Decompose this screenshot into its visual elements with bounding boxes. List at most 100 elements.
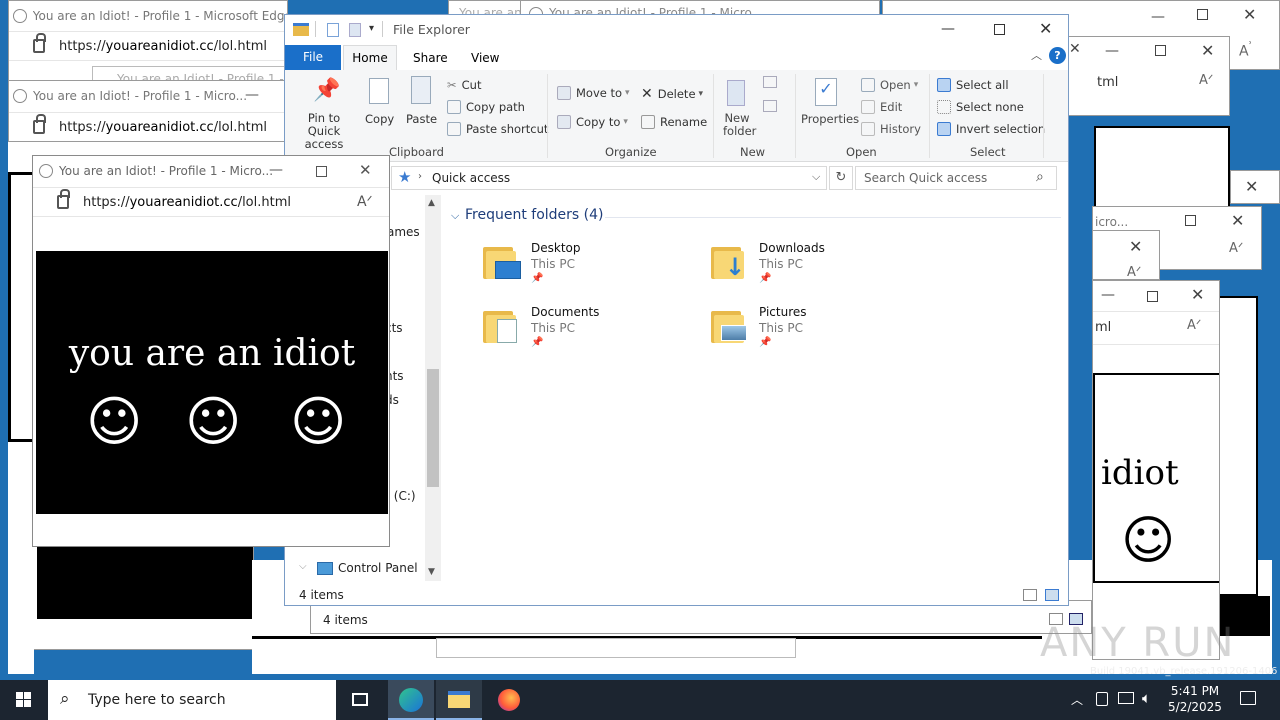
close-button[interactable]: ✕ <box>1201 41 1214 60</box>
folder-item-desktop[interactable]: Desktop This PC 📌 <box>483 241 683 297</box>
history-button[interactable]: History <box>861 122 921 136</box>
maximize-button[interactable] <box>1185 215 1196 226</box>
network-icon[interactable] <box>1118 692 1134 704</box>
copy-to-button[interactable]: Copy to ▾ <box>557 115 628 129</box>
url-text: https://youareanidiot.cc/lol.html <box>59 38 267 54</box>
title-bar: You are an Idiot! - Profile 1 - Microsof… <box>9 1 287 31</box>
volume-icon[interactable]: 🔈︎ <box>1142 689 1151 707</box>
select-all-button[interactable]: Select all <box>937 78 1009 92</box>
documents-folder-icon <box>483 305 519 343</box>
minimize-button[interactable]: — <box>1151 9 1165 25</box>
close-button[interactable]: ✕ <box>1069 41 1081 57</box>
folder-location: This PC <box>759 321 803 335</box>
qat-dropdown-icon[interactable]: ▾ <box>369 23 374 34</box>
paste-button[interactable]: Paste <box>406 112 437 126</box>
star-icon: ★ <box>398 168 412 186</box>
refresh-button[interactable]: ↻ <box>829 166 853 190</box>
rename-button[interactable]: Rename <box>641 115 707 129</box>
invert-selection-button[interactable]: Invert selection <box>937 122 1045 136</box>
maximize-button[interactable] <box>994 24 1005 35</box>
scroll-down-icon[interactable]: ▼ <box>428 567 435 577</box>
tab-view[interactable]: View <box>471 51 499 65</box>
copy-path-button[interactable]: Copy path <box>447 100 525 114</box>
minimize-button[interactable]: — <box>269 162 283 178</box>
scroll-up-icon[interactable]: ▲ <box>428 198 435 208</box>
open-button[interactable]: Open ▾ <box>861 78 918 92</box>
minimize-button[interactable]: — <box>245 87 259 103</box>
scroll-thumb[interactable] <box>427 369 439 487</box>
maximize-button[interactable] <box>1155 45 1166 56</box>
large-icons-view-icon[interactable] <box>1045 589 1059 601</box>
folder-item-documents[interactable]: Documents This PC 📌 <box>483 305 683 361</box>
address-dropdown-icon[interactable]: ⌵ <box>812 170 820 184</box>
minimize-button[interactable]: — <box>941 21 955 37</box>
start-button[interactable] <box>0 680 48 720</box>
expand-icon[interactable]: ⌵ <box>299 561 307 572</box>
search-box[interactable]: Search Quick access ⌕ <box>855 166 1057 190</box>
folder-item-downloads[interactable]: ↓ Downloads This PC 📌 <box>711 241 911 297</box>
new-item-icon[interactable] <box>763 76 777 88</box>
task-view-button[interactable] <box>338 680 384 720</box>
address-bar[interactable]: ml Aᐟ <box>1093 311 1219 345</box>
taskbar-edge-button[interactable] <box>388 680 434 720</box>
cut-button[interactable]: ✂ Cut <box>447 78 481 92</box>
content-pane: ⌵ Frequent folders (4) Desktop This PC 📌… <box>443 195 1063 581</box>
delete-button[interactable]: ✕ Delete ▾ <box>641 86 703 102</box>
close-button[interactable]: ✕ <box>1245 177 1258 196</box>
edit-button[interactable]: Edit <box>861 100 902 114</box>
address-bar[interactable]: https://youareanidiot.cc/lol.html <box>9 112 289 141</box>
nav-item-control-panel-row[interactable]: ⌵ Control Panel <box>293 555 425 583</box>
reader-mode-icon[interactable]: Aᐟ <box>1199 73 1213 88</box>
reader-mode-icon[interactable]: Aᐟ <box>1187 318 1201 333</box>
close-button[interactable]: ✕ <box>1039 19 1052 38</box>
address-bar[interactable]: https://youareanidiot.cc/lol.html <box>9 31 287 61</box>
help-icon[interactable]: ? <box>1049 47 1066 64</box>
show-hidden-icons-icon[interactable]: ︿ <box>1071 691 1083 708</box>
tab-share[interactable]: Share <box>413 51 448 65</box>
maximize-button[interactable] <box>1197 9 1208 20</box>
tab-file[interactable]: File <box>285 45 341 70</box>
collapse-ribbon-icon[interactable]: ︿ <box>1031 47 1042 63</box>
new-folder-qat-icon[interactable] <box>349 23 361 37</box>
reader-mode-icon[interactable]: Aᐟ <box>357 194 373 210</box>
nav-scrollbar[interactable]: ▲ ▼ <box>425 195 441 581</box>
reader-mode-icon[interactable]: Aʾ <box>1239 39 1252 60</box>
easy-access-icon[interactable] <box>763 100 777 112</box>
taskbar-search-box[interactable]: ⌕ Type here to search <box>48 680 336 720</box>
reader-mode-icon[interactable]: Aᐟ <box>1229 241 1243 256</box>
idiot-canvas-white: idiot ☺ <box>1093 373 1219 583</box>
notifications-icon[interactable] <box>1240 691 1256 705</box>
close-button[interactable]: ✕ <box>1191 285 1204 304</box>
clock[interactable]: 5:41 PM 5/2/2025 <box>1162 683 1228 717</box>
close-button[interactable]: ✕ <box>1129 237 1142 256</box>
folder-item-pictures[interactable]: Pictures This PC 📌 <box>711 305 911 361</box>
copy-to-icon <box>557 115 571 129</box>
smiley-icon: ☺ <box>185 390 242 453</box>
new-folder-button[interactable]: New folder <box>723 112 756 138</box>
close-button[interactable]: ✕ <box>1231 211 1244 230</box>
details-view-icon[interactable] <box>1023 589 1037 601</box>
close-button[interactable]: ✕ <box>1243 5 1256 24</box>
pin-to-quick-access-button[interactable]: Pin to Quick access <box>291 112 357 151</box>
move-to-button[interactable]: Move to ▾ <box>557 86 630 100</box>
taskbar-explorer-button[interactable] <box>436 680 482 720</box>
maximize-button[interactable] <box>316 166 327 177</box>
address-bar[interactable]: ★ › Quick access ⌵ <box>391 166 827 190</box>
taskbar-firefox-button[interactable] <box>486 680 532 720</box>
properties-button[interactable]: Properties <box>801 112 859 126</box>
address-bar[interactable]: https://youareanidiot.cc/lol.html Aᐟ <box>33 187 389 217</box>
reader-mode-icon[interactable]: Aᐟ <box>1127 265 1141 279</box>
select-none-button[interactable]: Select none <box>937 100 1024 114</box>
copy-button[interactable]: Copy <box>365 112 394 126</box>
security-icon[interactable] <box>1096 692 1108 706</box>
properties-qat-icon[interactable] <box>327 23 339 37</box>
maximize-button[interactable] <box>1147 291 1158 302</box>
close-button[interactable]: ✕ <box>359 161 372 179</box>
minimize-button[interactable]: — <box>1105 43 1119 59</box>
nav-item[interactable]: ames <box>387 225 420 239</box>
url-text: tml <box>1097 75 1119 90</box>
paste-shortcut-button[interactable]: Paste shortcut <box>447 122 548 136</box>
collapse-group-icon[interactable]: ⌵ <box>451 209 459 223</box>
minimize-button[interactable]: — <box>1101 287 1115 303</box>
tab-home[interactable]: Home <box>343 45 397 71</box>
